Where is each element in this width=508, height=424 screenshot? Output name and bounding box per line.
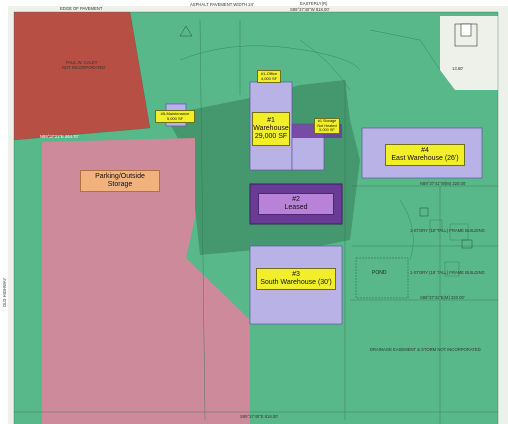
south-warehouse-name: South Warehouse (30') bbox=[260, 279, 332, 286]
leased-2-label: #2 Leased bbox=[258, 193, 334, 215]
parking-label: Parking/Outside Storage bbox=[80, 170, 160, 192]
leased-2-name: Leased bbox=[284, 204, 308, 211]
office-1-label: #1-Office 4,000 SF bbox=[257, 70, 281, 83]
pond-label: POND bbox=[372, 270, 387, 276]
shed2-annotation: 1-STORY (18' TALL) FRAME BUILDING bbox=[410, 270, 485, 275]
right-dim-annotation: 13.60' bbox=[452, 66, 464, 71]
site-plan: #1 Warehouse 29,000 SF #1-Office 4,000 S… bbox=[0, 0, 508, 424]
leased-2-number: #2 bbox=[292, 195, 300, 203]
shed1-annotation: 1-STORY (12' TALL) FRAME BUILDING bbox=[410, 228, 485, 233]
office-1-line2: 4,000 SF bbox=[260, 75, 278, 81]
drainage-annotation: DRAINAGE EASEMENT & STORM NOT INCORPORAT… bbox=[370, 347, 481, 352]
maintenance-5-line2: 5,000 SF bbox=[166, 115, 184, 121]
south-warehouse-number: #3 bbox=[292, 270, 300, 278]
east-warehouse-number: #4 bbox=[421, 146, 429, 154]
warehouse-1-area: 29,000 SF bbox=[254, 133, 288, 141]
top-road-annotation: ASPHALT PAVEMENT WIDTH 24' bbox=[190, 2, 254, 7]
parking-line2: Storage bbox=[107, 181, 133, 188]
east-warehouse-name: East Warehouse (26') bbox=[391, 155, 459, 162]
storage-1-line3: 5,000 SF bbox=[319, 128, 335, 133]
warehouse-1-label: #1 Warehouse 29,000 SF bbox=[252, 112, 290, 146]
east-bearing-annotation: N89°37'41"W(M) 220.00' bbox=[420, 181, 466, 186]
warehouse-1-number: #1 bbox=[267, 116, 275, 124]
parking-line1: Parking/Outside bbox=[95, 172, 145, 180]
top-line-annotation: EASTERLY(R) bbox=[300, 1, 328, 6]
bottom-bearing2-annotation: S89°37'40"E 818.00' bbox=[240, 414, 279, 419]
red-parcel bbox=[14, 12, 150, 140]
mid-bearing-annotation: N89°37'21"E 264.70' bbox=[40, 134, 79, 139]
south-warehouse-label: #3 South Warehouse (30') bbox=[256, 268, 336, 290]
maintenance-5-label: #5-Maintenance 5,000 SF bbox=[155, 110, 195, 123]
edge-pavement-annotation: EDGE OF PAVEMENT bbox=[60, 6, 103, 11]
left-road-annotation: OLD HIGHWAY bbox=[2, 277, 8, 308]
red-parcel-owner2: NOT INCORPORATED bbox=[62, 65, 106, 70]
top-bearing-annotation: S89°37'40"W 818.00' bbox=[290, 7, 330, 12]
storage-1-label: #1 Storage Not Heated 5,000 SF bbox=[314, 118, 340, 134]
east-warehouse-label: #4 East Warehouse (26') bbox=[385, 144, 465, 166]
bottom-bearing-annotation: S89°37'41"E(M) 220.00' bbox=[420, 295, 465, 300]
warehouse-1-name: Warehouse bbox=[253, 124, 289, 132]
